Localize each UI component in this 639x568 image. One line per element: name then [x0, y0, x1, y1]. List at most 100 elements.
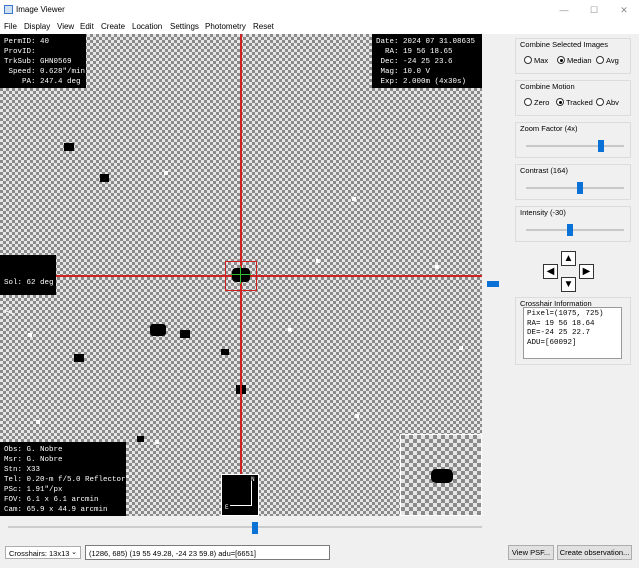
- combine-motion-group: Combine Motion Zero Tracked Abv: [515, 80, 631, 116]
- app-icon: [4, 5, 13, 14]
- faint-star: [316, 259, 320, 263]
- intensity-slider[interactable]: [526, 224, 624, 236]
- bottom-bar: Crosshairs: 13x13 ⌄ (1286, 685) (19 55 4…: [0, 540, 639, 568]
- radio-circle: [596, 98, 604, 106]
- faint-star: [36, 420, 40, 424]
- menu-settings[interactable]: Settings: [170, 22, 199, 31]
- menu-edit[interactable]: Edit: [80, 22, 94, 31]
- radio-circle: [596, 56, 604, 64]
- create-observation-button[interactable]: Create observation...: [557, 545, 632, 560]
- compass-north-line: [251, 481, 252, 505]
- title-bar: Image Viewer — ☐ ✕: [0, 0, 639, 20]
- radio-label: Zero: [534, 98, 550, 107]
- contrast-label: Contrast (164): [520, 166, 568, 175]
- zoom-factor-label: Zoom Factor (4x): [520, 124, 578, 133]
- field-star: [74, 354, 84, 362]
- menu-file[interactable]: File: [4, 22, 17, 31]
- slider-thumb[interactable]: [567, 224, 573, 236]
- field-star: [100, 174, 109, 182]
- pan-arrows: ▲ ◀ ▶ ▼: [541, 251, 597, 293]
- radio-circle: [524, 98, 532, 106]
- crosshair-size-select[interactable]: Crosshairs: 13x13 ⌄: [5, 546, 81, 559]
- menu-photometry[interactable]: Photometry: [205, 22, 246, 31]
- sol-text: Sol: 62 deg: [4, 279, 54, 287]
- faint-star: [155, 440, 159, 444]
- pan-up-button[interactable]: ▲: [561, 251, 576, 266]
- view-psf-button[interactable]: View PSF...: [508, 545, 554, 560]
- motion-abv-radio[interactable]: Abv: [596, 98, 619, 107]
- zoom-inset: [400, 434, 482, 516]
- field-star: [137, 436, 144, 442]
- contrast-group: Contrast (164): [515, 164, 631, 200]
- contrast-slider[interactable]: [526, 182, 624, 194]
- vertical-scroll-thumb[interactable]: [487, 281, 499, 287]
- radio-label: Abv: [606, 98, 619, 107]
- crosshair-size-value: Crosshairs: 13x13: [9, 549, 70, 558]
- combine-images-group: Combine Selected Images Max Median Avg: [515, 38, 631, 74]
- observer-info-overlay: Obs: G. Nobre Msr: G. Nobre Stn: X33 Tel…: [0, 442, 126, 516]
- window-title: Image Viewer: [16, 5, 65, 14]
- compass-east-line: [230, 505, 252, 506]
- radio-circle: [556, 98, 564, 106]
- field-star: [64, 143, 74, 151]
- pan-down-button[interactable]: ▼: [561, 277, 576, 292]
- solar-elongation-overlay: Sol: 62 deg ⟵: [0, 255, 56, 320]
- faint-star: [435, 265, 439, 269]
- compass-north-label: N: [251, 476, 255, 483]
- crosshair-info-text: Pixel=(1075, 725) RA= 19 56 18.64 DE=-24…: [523, 307, 622, 359]
- horizontal-scroll-slider[interactable]: [8, 522, 482, 534]
- zoom-factor-slider[interactable]: [526, 140, 624, 152]
- intensity-group: Intensity (-30): [515, 206, 631, 242]
- horizontal-scroll-thumb[interactable]: [252, 522, 258, 534]
- observation-info-overlay: Date: 2024 07 31.08635 RA: 19 56 18.65 D…: [372, 34, 482, 88]
- menu-reset[interactable]: Reset: [253, 22, 274, 31]
- combine-median-radio[interactable]: Median: [557, 56, 592, 65]
- menu-location[interactable]: Location: [132, 22, 162, 31]
- faint-star: [355, 414, 359, 418]
- astronomy-image-canvas[interactable]: PermID: 40 ProvID: TrkSub: GHN0569 Speed…: [0, 34, 482, 516]
- pan-right-button[interactable]: ▶: [579, 264, 594, 279]
- target-marker-horizontal: [231, 274, 251, 275]
- pan-left-button[interactable]: ◀: [543, 264, 558, 279]
- horizontal-scroll-track: [8, 526, 482, 528]
- motion-zero-radio[interactable]: Zero: [524, 98, 549, 107]
- field-star: [180, 330, 190, 338]
- motion-tracked-radio[interactable]: Tracked: [556, 98, 593, 107]
- radio-label: Tracked: [566, 98, 593, 107]
- menu-create[interactable]: Create: [101, 22, 125, 31]
- chevron-down-icon: ⌄: [71, 549, 77, 556]
- combine-images-label: Combine Selected Images: [520, 40, 608, 49]
- radio-label: Avg: [606, 56, 619, 65]
- faint-star: [164, 171, 168, 175]
- faint-star: [288, 328, 292, 332]
- zoom-inset-star: [431, 469, 453, 483]
- field-star: [150, 324, 166, 336]
- slider-thumb[interactable]: [598, 140, 604, 152]
- slider-thumb[interactable]: [577, 182, 583, 194]
- combine-max-radio[interactable]: Max: [524, 56, 548, 65]
- radio-circle: [557, 56, 565, 64]
- sun-direction-arrow-icon: ⟵: [1, 303, 16, 321]
- intensity-label: Intensity (-30): [520, 208, 566, 217]
- cursor-readout-field[interactable]: (1286, 685) (19 55 49.28, -24 23 59.8) a…: [85, 545, 330, 560]
- menu-view[interactable]: View: [57, 22, 74, 31]
- menu-bar: File Display View Edit Create Location S…: [0, 20, 639, 34]
- compass-overlay: N E: [221, 474, 259, 516]
- slider-track: [526, 145, 624, 147]
- radio-circle: [524, 56, 532, 64]
- object-info-overlay: PermID: 40 ProvID: TrkSub: GHN0569 Speed…: [0, 34, 86, 88]
- menu-display[interactable]: Display: [24, 22, 50, 31]
- field-star: [221, 349, 229, 355]
- minimize-button[interactable]: —: [549, 0, 579, 20]
- compass-east-label: E: [225, 504, 229, 511]
- radio-label: Median: [567, 56, 592, 65]
- maximize-button[interactable]: ☐: [579, 0, 609, 20]
- combine-motion-label: Combine Motion: [520, 82, 575, 91]
- close-button[interactable]: ✕: [609, 0, 639, 20]
- combine-avg-radio[interactable]: Avg: [596, 56, 619, 65]
- faint-star: [352, 197, 356, 201]
- target-object: [232, 268, 250, 282]
- radio-label: Max: [534, 56, 549, 65]
- zoom-factor-group: Zoom Factor (4x): [515, 122, 631, 158]
- faint-star: [459, 346, 463, 350]
